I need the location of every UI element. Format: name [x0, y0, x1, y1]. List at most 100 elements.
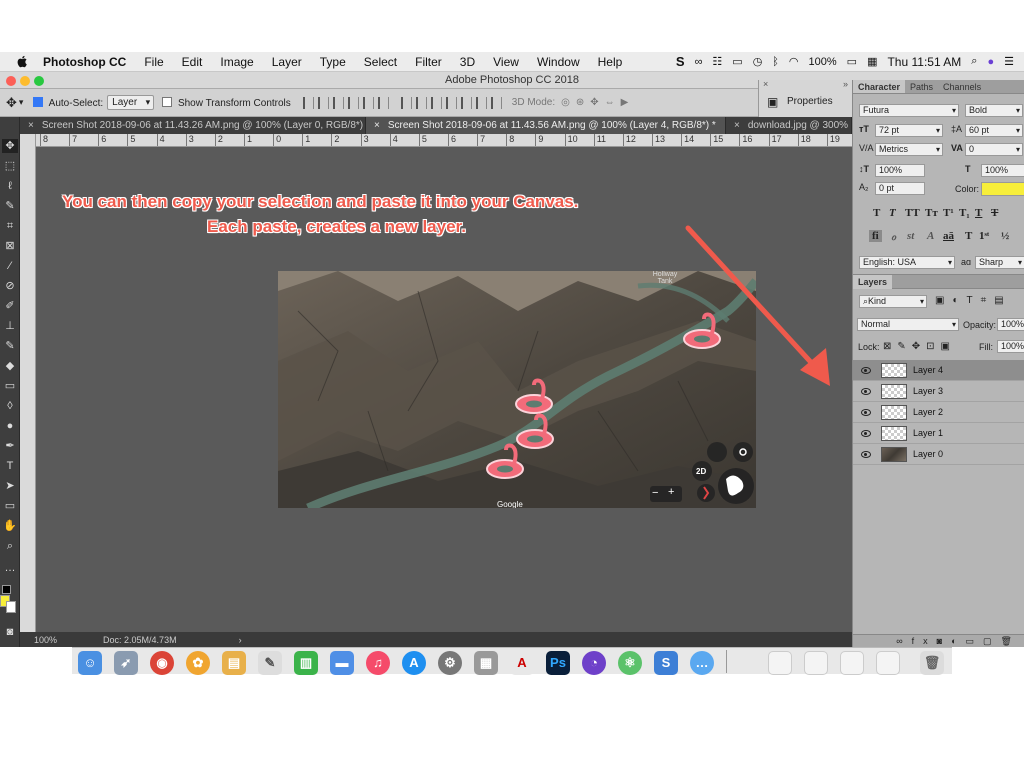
- align-right-icon[interactable]: [377, 96, 389, 109]
- recent-document-thumb[interactable]: [804, 651, 828, 675]
- tool-preset-dropdown-icon[interactable]: ▾: [19, 97, 24, 108]
- photos-icon[interactable]: ✿: [186, 651, 210, 675]
- gradient-tool-button[interactable]: ▭: [2, 379, 18, 393]
- tab-character[interactable]: Character: [853, 80, 906, 93]
- messages-icon[interactable]: …: [690, 651, 714, 675]
- wifi-icon[interactable]: ◠: [789, 55, 799, 68]
- align-hcenter-icon[interactable]: [362, 96, 374, 109]
- eyedropper-tool-button[interactable]: ⁄: [2, 259, 18, 273]
- frame-tool-button[interactable]: ⊠: [2, 239, 18, 253]
- show-transform-checkbox[interactable]: [162, 96, 173, 107]
- layer-row[interactable]: Layer 1: [853, 423, 1024, 444]
- siri-icon[interactable]: ●: [987, 56, 994, 68]
- status-menu-chevron-icon[interactable]: ›: [239, 635, 242, 645]
- spot-heal-tool-button[interactable]: ⊘: [2, 279, 18, 293]
- menu-filter[interactable]: Filter: [406, 55, 451, 69]
- itunes-icon[interactable]: ♫: [366, 651, 390, 675]
- align-left-icon[interactable]: [347, 96, 359, 109]
- underline-icon[interactable]: T: [975, 207, 982, 219]
- close-panel-icon[interactable]: ×: [763, 79, 768, 89]
- swash-icon[interactable]: st: [907, 230, 914, 242]
- layer-row[interactable]: Layer 4: [853, 360, 1024, 381]
- font-size-select[interactable]: 72 pt: [875, 124, 943, 137]
- zoom-window-button[interactable]: [34, 76, 44, 86]
- chrome-icon[interactable]: ◉: [150, 651, 174, 675]
- fractions-icon[interactable]: ½: [1001, 230, 1009, 242]
- hand-tool-button[interactable]: ✋: [2, 519, 18, 533]
- creative-cloud-icon[interactable]: ∞: [695, 56, 703, 68]
- subscript-icon[interactable]: T₁: [959, 207, 970, 219]
- menu-view[interactable]: View: [484, 55, 528, 69]
- vertical-scale-field[interactable]: 100%: [875, 164, 925, 177]
- font-family-select[interactable]: Futura: [859, 104, 959, 117]
- path-select-tool-button[interactable]: ➤: [2, 479, 18, 493]
- visibility-eye-icon[interactable]: [861, 451, 871, 458]
- dodge-tool-button[interactable]: ●: [2, 419, 18, 433]
- visibility-eye-icon[interactable]: [861, 409, 871, 416]
- faux-bold-icon[interactable]: T: [873, 207, 880, 219]
- preview-icon[interactable]: ▤: [222, 651, 246, 675]
- quick-select-tool-button[interactable]: ✎: [2, 199, 18, 213]
- visibility-eye-icon[interactable]: [861, 430, 871, 437]
- antialias-select[interactable]: Sharp: [975, 256, 1024, 269]
- zoom-tool-button[interactable]: ⌕: [2, 539, 18, 553]
- keynote-icon[interactable]: ▬: [330, 651, 354, 675]
- blend-mode-select[interactable]: Normal: [857, 318, 959, 331]
- opacity-field[interactable]: 100%: [997, 318, 1024, 331]
- photoshop-icon[interactable]: Ps: [546, 651, 570, 675]
- auto-align-icon[interactable]: [490, 96, 502, 109]
- calendar-icon[interactable]: ▦: [867, 55, 877, 68]
- background-color-swatch[interactable]: [6, 601, 16, 613]
- align-vcenter-icon[interactable]: [317, 96, 329, 109]
- ligatures-icon[interactable]: fi: [869, 230, 882, 242]
- quick-mask-button[interactable]: ◙: [2, 625, 18, 639]
- lock-icons[interactable]: ⊠✎✥⊡▣: [883, 341, 956, 352]
- doc-tab-active[interactable]: × Screen Shot 2018-09-06 at 11.43.56 AM.p…: [366, 117, 726, 134]
- scrivener-icon[interactable]: S: [676, 54, 685, 69]
- tab-layers[interactable]: Layers: [853, 275, 893, 289]
- auto-select-target-dropdown[interactable]: Layer: [107, 95, 155, 110]
- map-zoom-out-button[interactable]: −: [652, 487, 658, 499]
- stylistic-alt-icon[interactable]: A: [927, 230, 934, 242]
- baseline-shift-field[interactable]: 0 pt: [875, 182, 925, 195]
- type-tool-button[interactable]: T: [2, 459, 18, 473]
- menu-image[interactable]: Image: [211, 55, 262, 69]
- close-tab-icon[interactable]: ×: [374, 120, 380, 131]
- recent-document-thumb[interactable]: [768, 651, 792, 675]
- battery-icon[interactable]: ▭: [847, 55, 857, 68]
- horizontal-scale-field[interactable]: 100%: [981, 164, 1024, 177]
- properties-panel-collapsed[interactable]: × » ▣ Properties: [758, 79, 852, 117]
- lasso-tool-button[interactable]: ℓ: [2, 179, 18, 193]
- layer-filter-icons[interactable]: ▣◐T⌗▤: [935, 295, 1012, 306]
- ordinals-icon[interactable]: T: [965, 230, 972, 242]
- menu-help[interactable]: Help: [589, 55, 632, 69]
- recent-document-thumb[interactable]: [840, 651, 864, 675]
- layer-row[interactable]: Layer 3: [853, 381, 1024, 402]
- distribute-vcenter-icon[interactable]: [415, 96, 427, 109]
- marquee-tool-button[interactable]: ⬚: [2, 159, 18, 173]
- time-machine-icon[interactable]: ◷: [753, 55, 763, 68]
- visibility-eye-icon[interactable]: [861, 388, 871, 395]
- distribute-bottom-icon[interactable]: [430, 96, 442, 109]
- text-color-swatch[interactable]: [981, 182, 1024, 196]
- menu-type[interactable]: Type: [311, 55, 355, 69]
- menubar-clock[interactable]: Thu 11:51 AM: [887, 55, 961, 69]
- collapse-panel-icon[interactable]: »: [843, 79, 848, 89]
- textedit-icon[interactable]: ✎: [258, 651, 282, 675]
- default-colors-icon[interactable]: [2, 585, 11, 594]
- doc-tab[interactable]: × Screen Shot 2018-09-06 at 11.43.26 AM.p…: [20, 117, 366, 134]
- bluetooth-icon[interactable]: ᛒ: [772, 56, 779, 68]
- fill-field[interactable]: 100%: [997, 340, 1024, 353]
- menu-edit[interactable]: Edit: [173, 55, 212, 69]
- system-preferences-icon[interactable]: ⚙: [438, 651, 462, 675]
- leading-select[interactable]: 60 pt: [965, 124, 1023, 137]
- menu-file[interactable]: File: [135, 55, 172, 69]
- old-style-icon[interactable]: ℴ: [891, 230, 896, 243]
- eraser-tool-button[interactable]: ◆: [2, 359, 18, 373]
- crop-tool-button[interactable]: ⌗: [2, 219, 18, 233]
- doc-tab[interactable]: × download.jpg @ 300% (: [726, 117, 852, 134]
- tracking-select[interactable]: 0: [965, 143, 1023, 156]
- strikethrough-icon[interactable]: T: [991, 207, 998, 219]
- faux-italic-icon[interactable]: T: [889, 207, 896, 219]
- menu-select[interactable]: Select: [355, 55, 406, 69]
